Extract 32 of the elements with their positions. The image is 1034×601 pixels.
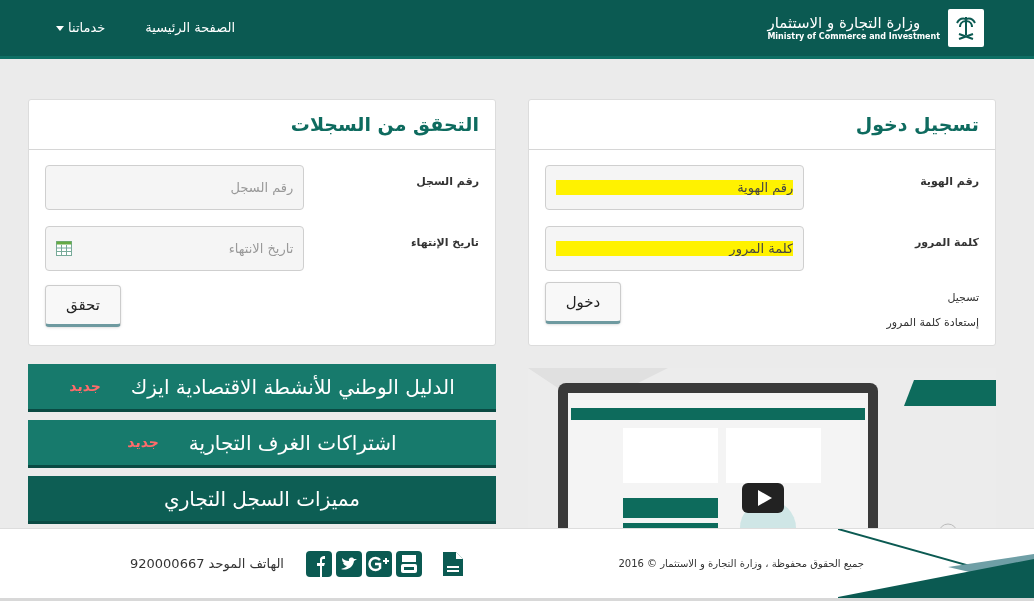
- new-label: جديد: [127, 433, 159, 452]
- field-label: رقم السجل: [415, 174, 479, 190]
- form-link[interactable]: تسجيل: [886, 290, 979, 307]
- facebook-icon[interactable]: [306, 550, 332, 577]
- google-plus-icon[interactable]: [366, 550, 392, 577]
- card-title: تسجيل دخول: [855, 112, 979, 138]
- twitter-icon[interactable]: [336, 550, 362, 577]
- calendar-icon: [56, 240, 72, 256]
- caret-icon: [56, 25, 64, 31]
- palm-logo-icon: [948, 9, 984, 47]
- service-button[interactable]: مميزات السجل التجاري: [28, 476, 496, 524]
- phone-text: الهاتف الموحد 920000667: [130, 554, 284, 574]
- form-link[interactable]: إستعادة كلمة المرور: [886, 314, 979, 331]
- input-field[interactable]: رقم الهوية: [545, 164, 805, 210]
- field-label: تاريخ الإنتهاء: [409, 235, 479, 251]
- service-button[interactable]: الدليل الوطني للأنشطة الاقتصادية ايزك جديد: [28, 364, 496, 412]
- input-field[interactable]: كلمة المرور: [545, 225, 805, 271]
- nav-link[interactable]: الصفحة الرئيسية: [145, 18, 235, 38]
- field-label: رقم الهوية: [919, 174, 979, 190]
- services-menu[interactable]: خدماتنا: [56, 18, 106, 38]
- field-label: كلمة المرور: [913, 235, 979, 251]
- document-icon[interactable]: [442, 551, 464, 576]
- service-button[interactable]: اشتراكات الغرف التجارية جديد: [28, 420, 496, 468]
- copyright-text: جميع الحقوق محفوظة ، وزارة التجارة و الاستثمار © 2016: [618, 557, 864, 571]
- input-field[interactable]: رقم السجل: [45, 164, 305, 210]
- ministry-name-english: Ministry of Commerce and Investment: [767, 32, 940, 42]
- login-button[interactable]: دخول: [545, 282, 621, 324]
- verify-button[interactable]: تحقق: [45, 285, 121, 327]
- card-title: التحقق من السجلات: [290, 112, 479, 138]
- new-label: جديد: [69, 377, 101, 396]
- ministry-name: وزارة التجارة و الاستثمار: [767, 14, 921, 32]
- date-field[interactable]: تاريخ الانتهاء: [45, 225, 305, 271]
